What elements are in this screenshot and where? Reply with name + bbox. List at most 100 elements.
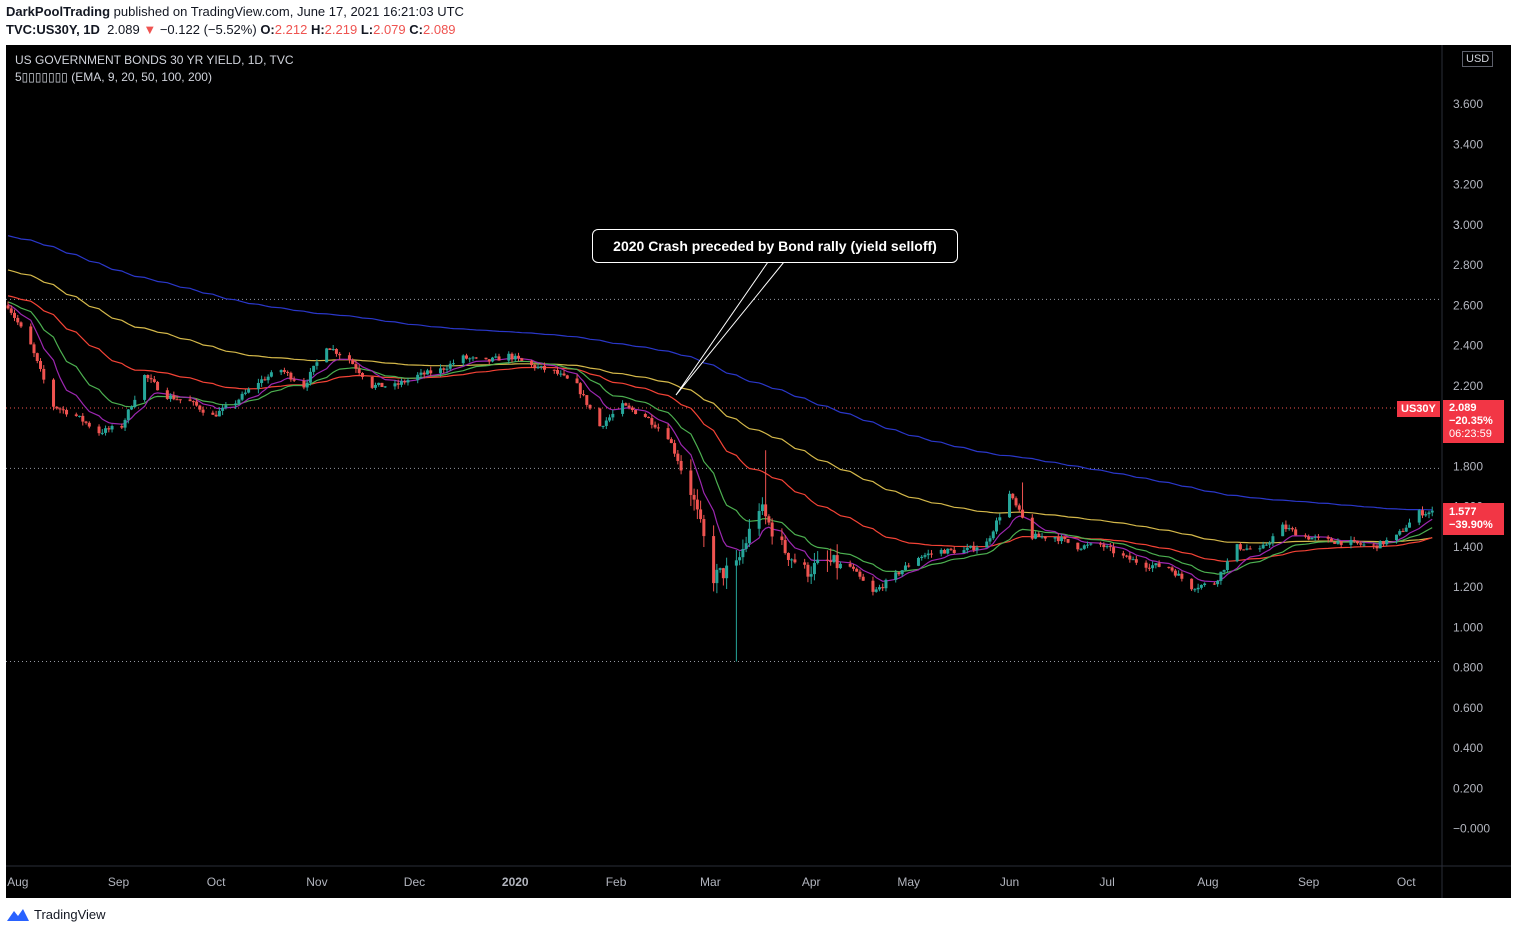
candle-body [689, 470, 693, 495]
candle-body [829, 560, 833, 563]
candle-body [1190, 578, 1194, 590]
candle-body [926, 553, 930, 556]
candle-body [965, 547, 969, 551]
candle-body [198, 405, 202, 410]
candle-body [302, 380, 306, 388]
candle-body [998, 517, 1002, 521]
candle-body [1381, 541, 1385, 545]
candle-body [650, 418, 654, 425]
secondary-change-pct: −39.90% [1449, 519, 1493, 531]
candle-body [1264, 544, 1268, 546]
candle-body [380, 382, 384, 387]
chart-pane[interactable]: 3. 3.600 3.400 3.200 3.000 2.800 2.600 2.400 2.2… [6, 45, 1511, 898]
candle-body [855, 568, 859, 572]
ema9-line [7, 303, 1433, 583]
candle-body [627, 405, 631, 408]
candle-body [191, 401, 195, 403]
down-arrow-icon: ▼ [143, 22, 157, 37]
candle-body [52, 379, 56, 407]
candle-body [669, 439, 673, 444]
tradingview-brand[interactable]: TradingView [34, 907, 106, 922]
chart-canvas[interactable]: 3.3.6003.4003.2003.0002.8002.6002.4002.2… [6, 45, 1511, 898]
candle-body [1398, 531, 1402, 535]
candle-body [1151, 565, 1155, 569]
candle-body [325, 348, 329, 363]
y-tick-label: 2.200 [1453, 379, 1483, 393]
candle-body [29, 326, 33, 345]
candle-body [995, 520, 999, 532]
y-tick-label: 0.800 [1453, 661, 1483, 675]
candle-body [240, 393, 244, 400]
candle-body [1079, 548, 1083, 550]
x-tick-label: Sep [108, 875, 130, 889]
candle-body [468, 358, 472, 360]
ema100-line [7, 269, 1433, 544]
candle-body [438, 368, 442, 374]
candle-body [1082, 545, 1086, 549]
y-tick-label: 0.400 [1453, 741, 1483, 755]
y-tick-label: 2.600 [1453, 298, 1483, 312]
candle-body [520, 358, 524, 361]
candle-body [565, 375, 569, 379]
candle-body [16, 317, 20, 323]
candle-body [143, 375, 147, 400]
annotation-callout[interactable]: 2020 Crash preceded by Bond rally (yield… [592, 229, 958, 263]
candle-body [734, 560, 738, 566]
candle-body [969, 545, 973, 548]
candle-body [838, 563, 842, 569]
candle-body [149, 378, 153, 380]
candle-body [120, 426, 124, 428]
candle-body [1394, 534, 1398, 541]
candle-body [1427, 512, 1431, 515]
candle-body [858, 571, 862, 577]
x-tick-label: Mar [700, 875, 721, 889]
candle-body [1105, 546, 1109, 548]
x-tick-label: Feb [606, 875, 627, 889]
candle-body [1034, 533, 1038, 539]
candle-body [1147, 567, 1151, 569]
candle-body [451, 363, 455, 365]
candle-body [1310, 537, 1314, 540]
tradingview-logo-icon[interactable] [6, 907, 30, 923]
candle-body [643, 414, 647, 417]
candle-body [1222, 570, 1226, 572]
candle-body [1030, 517, 1034, 539]
candle-body [156, 381, 160, 391]
candle-body [78, 415, 82, 417]
candle-body [725, 565, 729, 579]
ema-indicator-legend[interactable]: 5▯▯▯▯▯▯▯ (EMA, 9, 20, 50, 100, 200) [15, 70, 212, 84]
x-tick-label: Aug [1197, 875, 1218, 889]
currency-button[interactable]: USD [1462, 51, 1494, 67]
candle-body [1404, 527, 1408, 532]
y-tick-label: 1.800 [1453, 459, 1483, 473]
y-tick-label: 1.200 [1453, 580, 1483, 594]
chart-title[interactable]: US GOVERNMENT BONDS 30 YR YIELD, 1D, TVC [15, 53, 294, 67]
candle-body [1043, 536, 1047, 539]
candle-body [357, 368, 361, 374]
close-label: C: [409, 22, 423, 37]
candle-body [1235, 544, 1239, 562]
candle-body [9, 308, 13, 313]
candle-body [315, 362, 319, 366]
candle-body [1417, 510, 1421, 523]
author-name[interactable]: DarkPoolTrading [6, 4, 110, 19]
candle-body [377, 382, 381, 385]
candle-body [907, 565, 911, 567]
candle-body [1355, 540, 1359, 544]
candle-body [347, 355, 351, 361]
candle-body [1125, 555, 1129, 557]
x-tick-label: Nov [306, 875, 327, 889]
x-tick-label: Sep [1298, 875, 1320, 889]
symbol-price-tag: US30Y [1397, 401, 1440, 417]
y-tick-label: 0.600 [1453, 701, 1483, 715]
candle-body [881, 587, 885, 589]
candle-body [1060, 537, 1064, 542]
candle-body [1212, 583, 1216, 585]
candle-body [403, 381, 407, 383]
x-tick-label: Apr [802, 875, 821, 889]
candle-body [1268, 542, 1272, 545]
candle-body [1108, 546, 1112, 548]
candle-body [1307, 536, 1311, 540]
candle-body [445, 368, 449, 370]
candle-body [721, 568, 725, 579]
